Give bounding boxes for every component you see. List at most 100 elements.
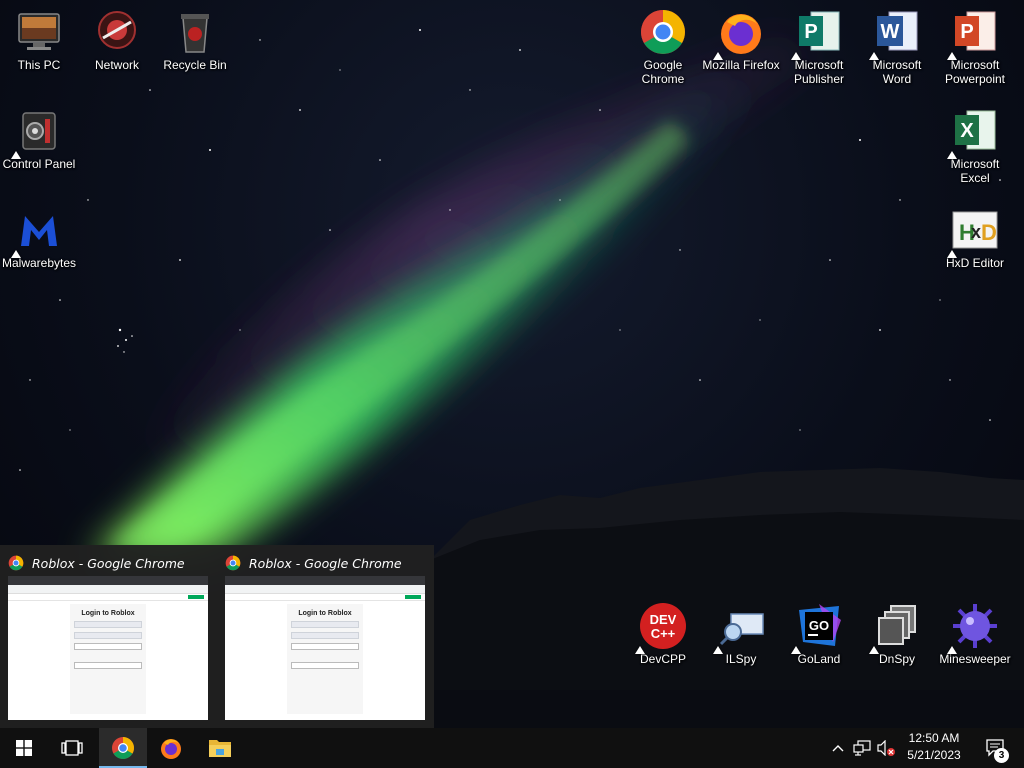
window-thumbnail[interactable]: Roblox - Google Chrome Login to Roblox	[0, 545, 210, 728]
desktop-icon-label: Microsoft Powerpoint	[944, 58, 1006, 86]
desktop-icon-label: Microsoft Publisher	[793, 58, 845, 86]
login-heading: Login to Roblox	[298, 610, 352, 617]
svg-text:DEV: DEV	[650, 612, 677, 627]
shortcut-arrow-icon	[791, 646, 801, 654]
word-icon: W	[869, 8, 921, 60]
chrome-icon	[225, 555, 241, 571]
desktop-icon-hxd-editor[interactable]: H x D HxD Editor	[936, 206, 1014, 270]
desktop-icon-label: Malwarebytes	[1, 256, 77, 270]
chrome-icon	[112, 737, 134, 759]
svg-text:GO: GO	[809, 618, 829, 633]
desktop-icon-label: Microsoft Excel	[950, 157, 1000, 185]
malwarebytes-icon	[11, 206, 63, 258]
network-tray-button[interactable]	[850, 728, 874, 768]
show-hidden-icons-button[interactable]	[828, 728, 848, 768]
desktop-icon-label: Minesweeper	[939, 652, 1011, 666]
svg-text:D: D	[981, 220, 997, 245]
desktop-icon-network[interactable]: Network	[78, 8, 156, 72]
desktop-icon-label: This PC	[17, 58, 61, 72]
this-pc-icon	[15, 8, 63, 56]
goland-icon: GO	[791, 602, 843, 654]
shortcut-arrow-icon	[791, 52, 801, 60]
taskbar-file-explorer-button[interactable]	[196, 728, 244, 768]
chrome-icon	[8, 555, 24, 571]
action-center-button[interactable]: 3	[978, 728, 1014, 768]
desktop-icon-microsoft-powerpoint[interactable]: P Microsoft Powerpoint	[936, 8, 1014, 86]
thumbnail-preview: Login to Roblox	[225, 576, 425, 720]
network-icon	[93, 8, 141, 56]
taskbar-chrome-button[interactable]	[99, 728, 147, 768]
desktop-icon-dnspy[interactable]: DnSpy	[858, 602, 936, 666]
desktop-icon-ilspy[interactable]: ILSpy	[702, 602, 780, 666]
desktop-icon-microsoft-publisher[interactable]: P Microsoft Publisher	[780, 8, 858, 86]
desktop-icon-control-panel[interactable]: Control Panel	[0, 107, 78, 171]
desktop-icon-label: GoLand	[797, 652, 841, 666]
login-card: Login to Roblox	[287, 604, 363, 714]
svg-text:P: P	[960, 21, 973, 43]
desktop-icon-microsoft-word[interactable]: W Microsoft Word	[858, 8, 936, 86]
thumbnail-title: Roblox - Google Chrome	[8, 553, 185, 573]
svg-text:X: X	[960, 120, 974, 142]
recycle-bin-icon	[171, 8, 219, 56]
window-thumbnail[interactable]: Roblox - Google Chrome Login to Roblox	[217, 545, 427, 728]
desktop-icon-mozilla-firefox[interactable]: Mozilla Firefox	[702, 8, 780, 72]
file-explorer-icon	[209, 740, 231, 757]
shortcut-arrow-icon	[947, 250, 957, 258]
desktop-icon-malwarebytes[interactable]: Malwarebytes	[0, 206, 78, 270]
thumbnail-title-text: Roblox - Google Chrome	[249, 555, 402, 571]
desktop-icon-recycle-bin[interactable]: Recycle Bin	[156, 8, 234, 72]
desktop-icon-microsoft-excel[interactable]: X Microsoft Excel	[936, 107, 1014, 185]
desktop-icon-this-pc[interactable]: This PC	[0, 8, 78, 72]
ilspy-icon	[713, 602, 765, 654]
desktop-icon-label: Microsoft Word	[872, 58, 922, 86]
desktop-icon-label: ILSpy	[725, 652, 757, 666]
chrome-icon	[639, 8, 687, 56]
desktop-icon-label: HxD Editor	[945, 256, 1004, 270]
desktop-icon-goland[interactable]: GO GoLand	[780, 602, 858, 666]
mine-icon	[947, 602, 999, 654]
volume-muted-icon	[877, 740, 895, 756]
desktop-icon-label: DevCPP	[639, 652, 686, 666]
chrome-thumbnail-popup: Roblox - Google Chrome Login to Roblox R…	[0, 545, 434, 728]
clock-date: 5/21/2023	[907, 748, 961, 762]
start-button[interactable]	[0, 728, 48, 768]
notification-count-badge: 3	[994, 748, 1009, 763]
desktop-icon-label: Recycle Bin	[163, 58, 227, 72]
taskbar: 12:50 AM 5/21/2023 3	[0, 728, 1024, 768]
publisher-icon: P	[791, 8, 843, 60]
svg-text:x: x	[971, 222, 981, 242]
desktop-icon-minesweeper[interactable]: Minesweeper	[936, 602, 1014, 666]
shortcut-arrow-icon	[947, 52, 957, 60]
network-wired-icon	[853, 740, 871, 756]
shortcut-arrow-icon	[11, 151, 21, 159]
login-heading: Login to Roblox	[81, 610, 135, 617]
thumbnail-title-text: Roblox - Google Chrome	[32, 555, 185, 571]
taskbar-firefox-button[interactable]	[147, 728, 195, 768]
desktop-icon-devcpp[interactable]: DEV C++ DevCPP	[624, 602, 702, 666]
desktop-icon-google-chrome[interactable]: Google Chrome	[624, 8, 702, 86]
firefox-icon	[161, 739, 181, 759]
shortcut-arrow-icon	[713, 646, 723, 654]
volume-tray-button[interactable]	[874, 728, 898, 768]
shortcut-arrow-icon	[713, 52, 723, 60]
desktop-icon-label: DnSpy	[878, 652, 916, 666]
desktop-icon-label: Network	[94, 58, 139, 72]
taskbar-clock[interactable]: 12:50 AM 5/21/2023	[896, 730, 972, 766]
firefox-icon	[713, 8, 765, 60]
hxd-icon: H x D	[947, 206, 999, 258]
svg-text:P: P	[804, 21, 817, 43]
shortcut-arrow-icon	[947, 646, 957, 654]
devcpp-icon: DEV C++	[635, 602, 687, 654]
shortcut-arrow-icon	[869, 646, 879, 654]
desktop-icon-label: Mozilla Firefox	[702, 58, 780, 72]
thumbnail-preview: Login to Roblox	[8, 576, 208, 720]
windows-logo-icon	[16, 740, 32, 756]
shortcut-arrow-icon	[11, 250, 21, 258]
desktop-icon-label: Control Panel	[2, 157, 76, 171]
task-view-button[interactable]	[48, 728, 96, 768]
chevron-up-icon	[832, 745, 844, 752]
shortcut-arrow-icon	[947, 151, 957, 159]
excel-icon: X	[947, 107, 999, 159]
task-view-icon	[61, 740, 83, 756]
svg-text:C++: C++	[651, 626, 676, 641]
